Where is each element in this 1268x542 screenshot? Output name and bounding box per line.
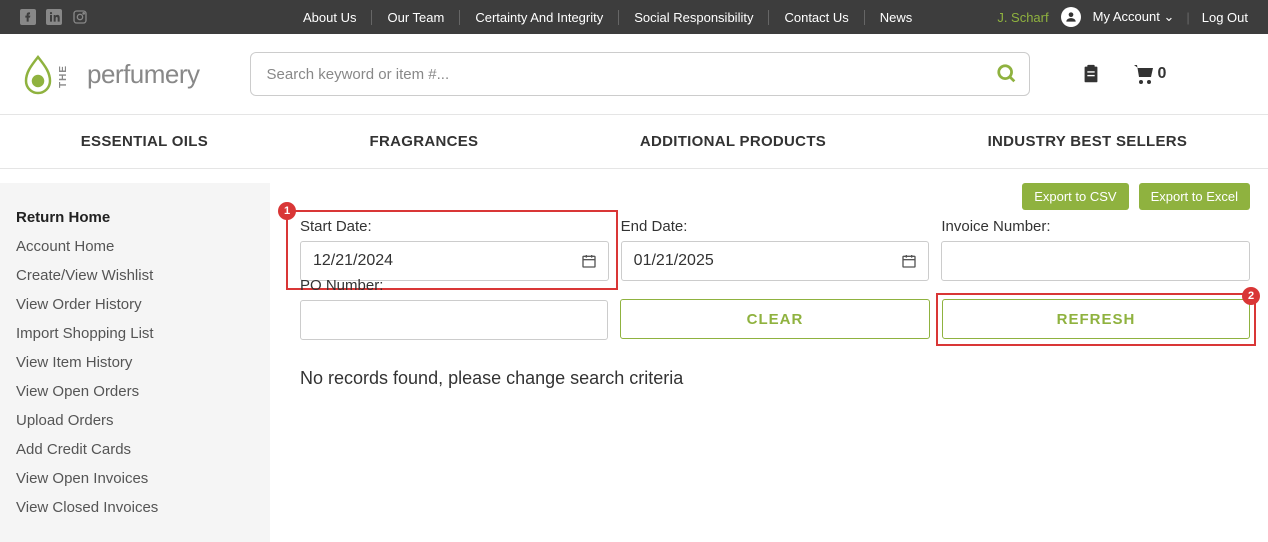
content: Return Home Account Home Create/View Wis… (0, 169, 1268, 542)
refresh-col: REFRESH 2 (942, 299, 1250, 340)
facebook-icon[interactable] (20, 9, 36, 25)
export-csv-button[interactable]: Export to CSV (1022, 183, 1128, 210)
cart-count: 0 (1158, 65, 1167, 82)
chevron-down-icon: ⌄ (1163, 9, 1174, 24)
sidebar-item-open-orders[interactable]: View Open Orders (0, 377, 270, 406)
annotation-badge-1: 1 (278, 202, 296, 220)
sidebar-item-upload-orders[interactable]: Upload Orders (0, 406, 270, 435)
sidebar-item-wishlist[interactable]: Create/View Wishlist (0, 261, 270, 290)
sidebar-item-open-invoices[interactable]: View Open Invoices (0, 464, 270, 493)
sidebar-item-closed-invoices[interactable]: View Closed Invoices (0, 493, 270, 522)
end-date-input[interactable] (621, 241, 930, 281)
po-col: PO Number: (300, 277, 608, 340)
start-date-label: Start Date: (300, 218, 609, 235)
invoice-col: Invoice Number: (941, 218, 1250, 281)
sidebar-item-return-home[interactable]: Return Home (0, 203, 270, 232)
nav-additional[interactable]: ADDITIONAL PRODUCTS (640, 133, 826, 150)
nav-fragrances[interactable]: FRAGRANCES (370, 133, 479, 150)
sidebar-item-import-list[interactable]: Import Shopping List (0, 319, 270, 348)
header: THEperfumery 0 (0, 34, 1268, 114)
search-icon (996, 63, 1018, 85)
end-date-col: End Date: (621, 218, 930, 281)
topnav-team[interactable]: Our Team (372, 10, 460, 25)
start-date-col: Start Date: 1 (300, 218, 609, 281)
po-label: PO Number: (300, 277, 608, 294)
sidebar-item-item-history[interactable]: View Item History (0, 348, 270, 377)
topbar: About Us Our Team Certainty And Integrit… (0, 0, 1268, 34)
topnav-news[interactable]: News (865, 10, 928, 25)
topnav-social[interactable]: Social Responsibility (619, 10, 769, 25)
nav-bestsellers[interactable]: INDUSTRY BEST SELLERS (988, 133, 1188, 150)
clipboard-icon[interactable] (1080, 63, 1102, 85)
username: J. Scharf (997, 10, 1048, 25)
invoice-input[interactable] (941, 241, 1250, 281)
logo-text: THEperfumery (64, 59, 200, 90)
main-panel: Export to CSV Export to Excel Start Date… (270, 183, 1268, 542)
nav-essential-oils[interactable]: ESSENTIAL OILS (81, 133, 208, 150)
refresh-button[interactable]: REFRESH (942, 299, 1250, 339)
cart-button[interactable]: 0 (1132, 63, 1167, 85)
top-nav: About Us Our Team Certainty And Integrit… (288, 10, 927, 25)
sidebar-item-account-home[interactable]: Account Home (0, 232, 270, 261)
po-input[interactable] (300, 300, 608, 340)
annotation-badge-2: 2 (1242, 287, 1260, 305)
filter-row-2: PO Number: CLEAR REFRESH 2 (300, 299, 1268, 340)
top-right: J. Scharf My Account ⌄ | Log Out (997, 7, 1248, 27)
clear-button[interactable]: CLEAR (620, 299, 930, 339)
export-excel-button[interactable]: Export to Excel (1139, 183, 1250, 210)
search-container (250, 52, 1030, 96)
logo[interactable]: THEperfumery (20, 53, 200, 95)
social-icons (20, 9, 88, 25)
filter-row-1: Start Date: 1 End Date: (300, 218, 1268, 281)
sidebar: Return Home Account Home Create/View Wis… (0, 183, 270, 542)
user-icon[interactable] (1061, 7, 1081, 27)
sidebar-item-credit-cards[interactable]: Add Credit Cards (0, 435, 270, 464)
start-date-input[interactable] (300, 241, 609, 281)
search-input[interactable] (250, 52, 1030, 96)
export-row: Export to CSV Export to Excel (300, 183, 1268, 210)
search-button[interactable] (996, 63, 1018, 85)
topnav-about[interactable]: About Us (288, 10, 372, 25)
my-account-link[interactable]: My Account ⌄ (1093, 9, 1175, 25)
main-nav: ESSENTIAL OILS FRAGRANCES ADDITIONAL PRO… (0, 114, 1268, 169)
linkedin-icon[interactable] (46, 9, 62, 25)
header-icons: 0 (1080, 63, 1167, 85)
end-date-label: End Date: (621, 218, 930, 235)
no-records-message: No records found, please change search c… (300, 368, 1268, 389)
logout-link[interactable]: Log Out (1202, 10, 1248, 25)
invoice-label: Invoice Number: (941, 218, 1250, 235)
topnav-contact[interactable]: Contact Us (769, 10, 864, 25)
topnav-integrity[interactable]: Certainty And Integrity (460, 10, 619, 25)
sidebar-item-order-history[interactable]: View Order History (0, 290, 270, 319)
instagram-icon[interactable] (72, 9, 88, 25)
logo-drop-icon (20, 53, 56, 95)
divider: | (1186, 10, 1189, 25)
